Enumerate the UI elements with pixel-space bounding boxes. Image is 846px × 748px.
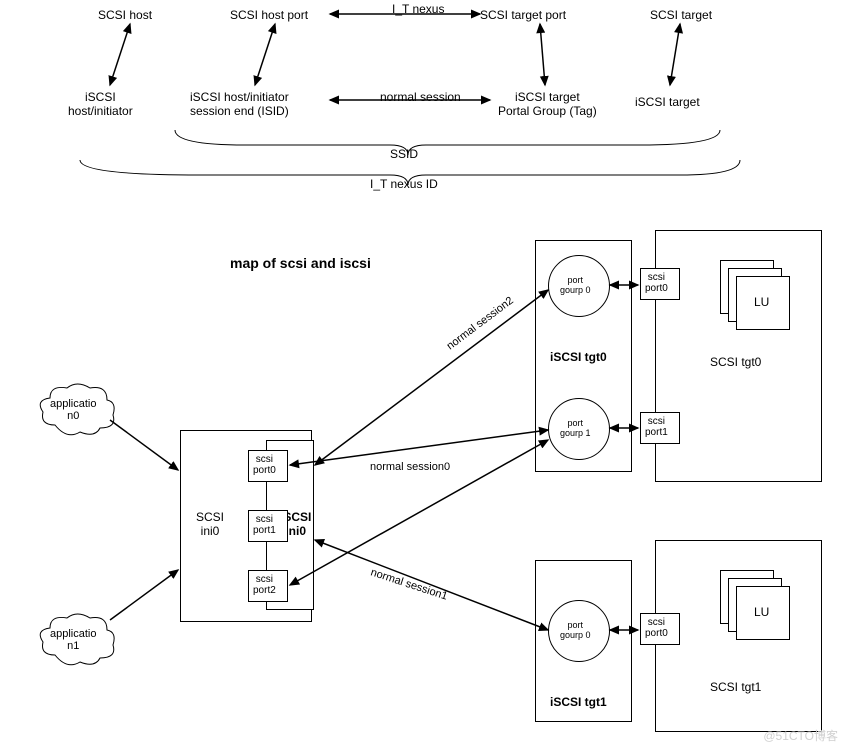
scsi-host-label: SCSI host [98, 8, 152, 22]
tgt1-lu-label: LU [754, 605, 769, 619]
diagram-title: map of scsi and iscsi [230, 255, 371, 271]
svg-text:normal session1: normal session1 [369, 566, 449, 602]
application1-cloud: applicatio n1 [35, 610, 119, 673]
iscsi-target-pg-label: iSCSI target Portal Group (Tag) [498, 90, 597, 118]
tgt0-lu-label: LU [754, 295, 769, 309]
scsi-ini0-port2-label: scsi port2 [253, 574, 276, 596]
iscsi-tgt1-label: iSCSI tgt1 [550, 695, 607, 709]
tgt0-scsi-port0-label: scsi port0 [645, 272, 668, 294]
svg-text:normal session2: normal session2 [445, 295, 516, 353]
application0-label: applicatio n0 [50, 398, 96, 422]
scsi-tgt0-label: SCSI tgt0 [710, 355, 761, 369]
scsi-ini0-port0-label: scsi port0 [253, 454, 276, 476]
iscsi-host-initiator-label: iSCSI host/initiator [68, 90, 133, 118]
iscsi-host-session-end-label: iSCSI host/initiator session end (ISID) [190, 90, 289, 118]
tgt1-pg0-label: port gourp 0 [560, 620, 591, 640]
scsi-target-label: SCSI target [650, 8, 712, 22]
normal-session-label: normal session [380, 90, 461, 104]
tgt1-scsi-port0-label: scsi port0 [645, 617, 668, 639]
watermark: @51CTO博客 [763, 727, 838, 744]
svg-text:normal session0: normal session0 [370, 461, 450, 473]
it-nexus-label: I_T nexus [392, 2, 444, 16]
tgt0-pg1-label: port gourp 1 [560, 418, 591, 438]
scsi-ini0-label: SCSI ini0 [196, 510, 224, 538]
tgt0-pg0-label: port gourp 0 [560, 275, 591, 295]
scsi-tgt1-label: SCSI tgt1 [710, 680, 761, 694]
iscsi-target-label: iSCSI target [635, 95, 700, 109]
application1-label: applicatio n1 [50, 628, 96, 652]
tgt0-scsi-port1-label: scsi port1 [645, 416, 668, 438]
ssid-label: SSID [390, 147, 418, 161]
iscsi-tgt0-label: iSCSI tgt0 [550, 350, 607, 364]
scsi-host-port-label: SCSI host port [230, 8, 308, 22]
scsi-target-port-label: SCSI target port [480, 8, 566, 22]
application0-cloud: applicatio n0 [35, 380, 119, 443]
it-nexus-id-label: I_T nexus ID [370, 177, 438, 191]
scsi-ini0-port1-label: scsi port1 [253, 514, 276, 536]
